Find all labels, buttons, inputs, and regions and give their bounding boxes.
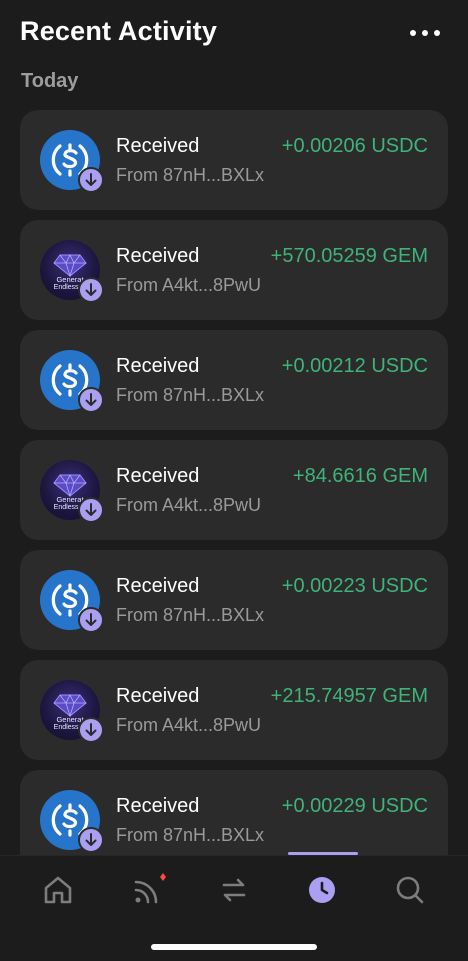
tab-search[interactable] bbox=[390, 870, 430, 910]
activity-item[interactable]: Received From 87nH...BXLx +0.00206 USDC bbox=[20, 110, 448, 210]
activity-amount: +0.00223 USDC bbox=[281, 575, 428, 597]
notification-dot-icon bbox=[160, 873, 166, 881]
activity-clock-icon bbox=[309, 877, 335, 903]
activity-item[interactable]: Received From 87nH...BXLx +0.00223 USDC bbox=[20, 550, 448, 650]
activity-sender: From 87nH...BXLx bbox=[116, 165, 265, 185]
more-options-button[interactable] bbox=[410, 22, 440, 44]
tab-activity[interactable] bbox=[302, 870, 342, 910]
tab-swap[interactable] bbox=[214, 870, 254, 910]
arrow-down-icon bbox=[85, 613, 97, 626]
activity-item[interactable]: Generat Endless M Received From A4kt...8PwU… bbox=[20, 660, 448, 760]
received-badge bbox=[78, 717, 104, 743]
activity-type: Received bbox=[116, 135, 200, 157]
activity-type: Received bbox=[116, 795, 200, 817]
received-badge bbox=[78, 607, 104, 633]
header: Recent Activity bbox=[0, 0, 468, 70]
more-dot-icon bbox=[410, 30, 416, 36]
home-indicator bbox=[151, 944, 317, 950]
arrow-down-icon bbox=[85, 393, 97, 406]
activity-sender: From A4kt...8PwU bbox=[116, 275, 262, 295]
arrow-down-icon bbox=[85, 833, 97, 846]
received-badge bbox=[78, 167, 104, 193]
received-badge bbox=[78, 277, 104, 303]
more-dot-icon bbox=[434, 30, 440, 36]
activity-type: Received bbox=[116, 575, 200, 597]
tab-home[interactable] bbox=[38, 870, 78, 910]
activity-list: Received From 87nH...BXLx +0.00206 USDC Gen… bbox=[20, 110, 448, 880]
activity-type: Received bbox=[116, 465, 200, 487]
arrow-down-icon bbox=[85, 723, 97, 736]
received-badge bbox=[78, 387, 104, 413]
activity-type: Received bbox=[116, 355, 200, 377]
activity-type: Received bbox=[116, 245, 200, 267]
search-icon bbox=[396, 876, 424, 904]
more-dot-icon bbox=[422, 30, 428, 36]
section-header-today: Today bbox=[21, 70, 79, 92]
received-badge bbox=[78, 497, 104, 523]
activity-amount: +0.00212 USDC bbox=[281, 355, 428, 377]
home-icon bbox=[44, 876, 72, 904]
activity-amount: +215.74957 GEM bbox=[270, 685, 428, 707]
activity-amount: +570.05259 GEM bbox=[270, 245, 428, 267]
activity-type: Received bbox=[116, 685, 200, 707]
activity-sender: From 87nH...BXLx bbox=[116, 385, 265, 405]
activity-item[interactable]: Generat Endless M Received From A4kt...8PwU… bbox=[20, 220, 448, 320]
arrow-down-icon bbox=[85, 503, 97, 516]
arrow-down-icon bbox=[85, 173, 97, 186]
page-title: Recent Activity bbox=[20, 16, 218, 46]
swap-icon bbox=[222, 878, 246, 902]
activity-sender: From 87nH...BXLx bbox=[116, 825, 265, 845]
activity-amount: +0.00206 USDC bbox=[281, 135, 428, 157]
activity-amount: +84.6616 GEM bbox=[292, 465, 428, 487]
activity-amount: +0.00229 USDC bbox=[281, 795, 428, 817]
activity-sender: From A4kt...8PwU bbox=[116, 495, 262, 515]
activity-sender: From A4kt...8PwU bbox=[116, 715, 262, 735]
activity-item[interactable]: Received From 87nH...BXLx +0.00212 USDC bbox=[20, 330, 448, 430]
activity-sender: From 87nH...BXLx bbox=[116, 605, 265, 625]
received-badge bbox=[78, 827, 104, 853]
tab-collectibles[interactable] bbox=[128, 870, 168, 910]
arrow-down-icon bbox=[85, 283, 97, 296]
activity-item[interactable]: Generat Endless M Received From A4kt...8PwU… bbox=[20, 440, 448, 540]
